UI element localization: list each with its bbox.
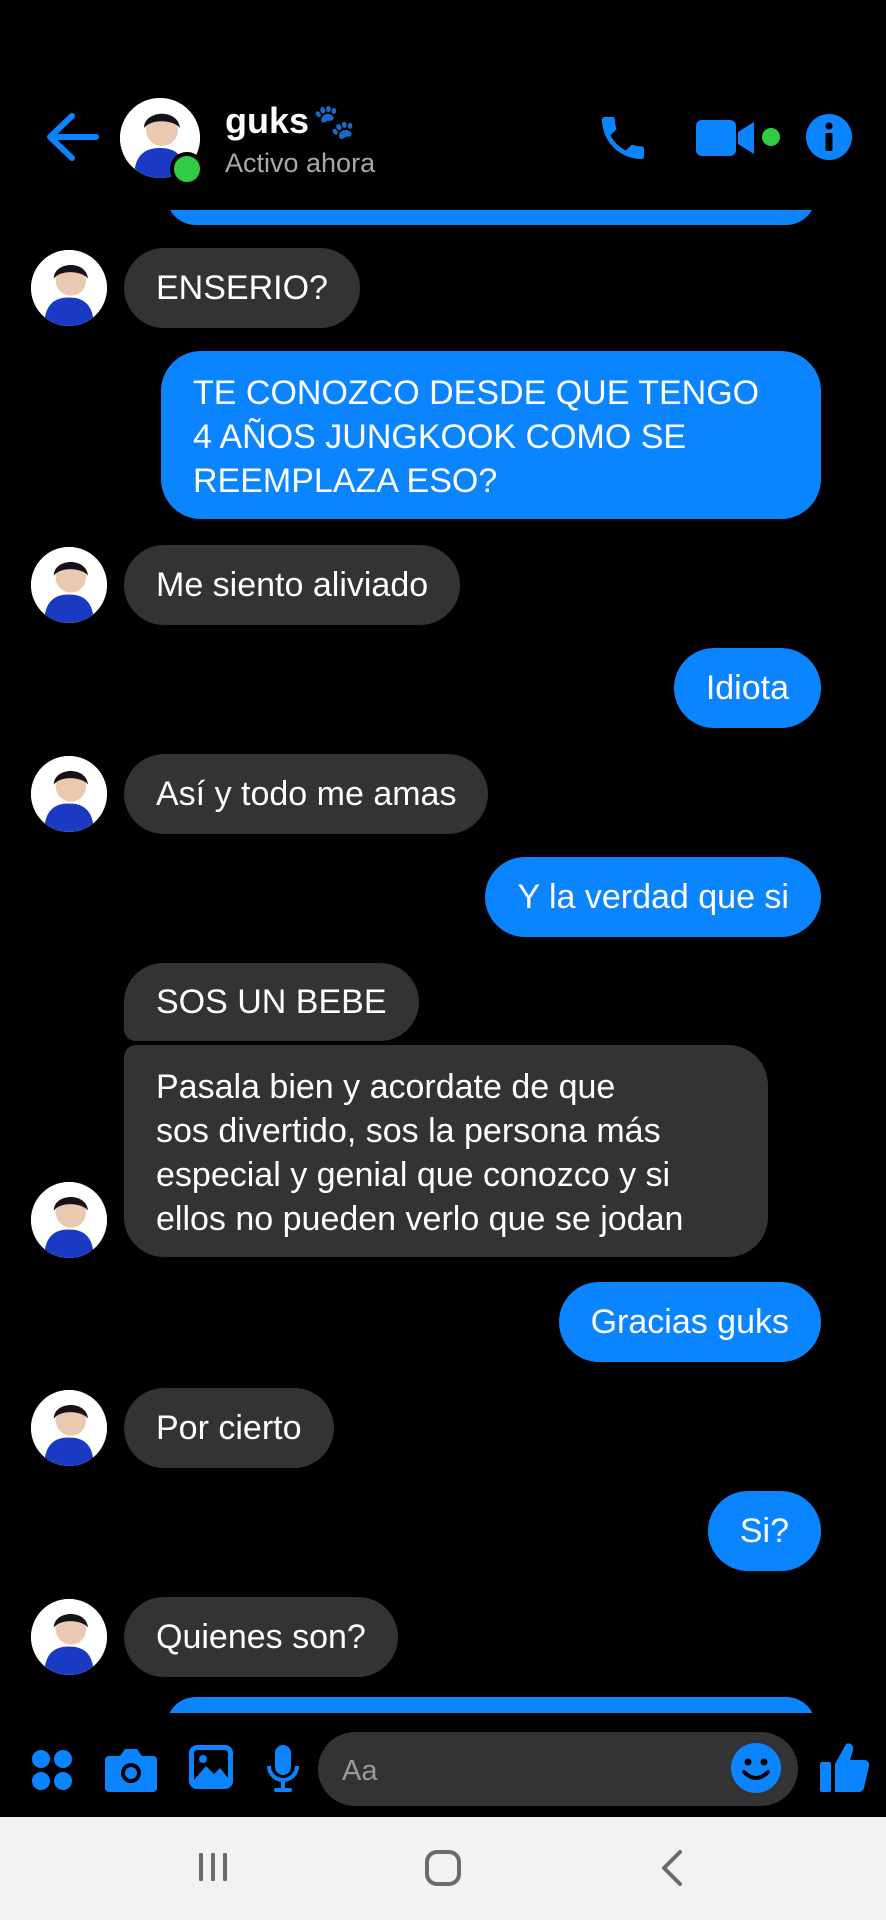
incoming-message[interactable]: Me siento aliviado (124, 545, 461, 625)
message-avatar[interactable] (31, 547, 107, 623)
chat-header: guks 🐾 Activo ahora (0, 0, 886, 210)
incoming-message[interactable]: Por cierto (124, 1388, 334, 1468)
back-nav-icon[interactable] (658, 1848, 686, 1888)
thumbs-up-icon[interactable] (818, 1740, 872, 1794)
avatar-photo-icon (31, 1182, 107, 1258)
outgoing-message[interactable]: TE CONOZCO DESDE QUE TENGO 4 AÑOS JUNGKO… (161, 351, 821, 519)
info-icon[interactable] (805, 113, 853, 161)
online-indicator (170, 152, 204, 186)
message-line: ellos no pueden verlo que se jodan (156, 1200, 684, 1238)
message-input-placeholder: Aa (342, 1755, 378, 1787)
avatar-photo-icon (31, 1390, 107, 1466)
incoming-message[interactable]: Así y todo me amas (124, 754, 489, 834)
home-icon[interactable] (424, 1849, 462, 1887)
microphone-icon[interactable] (266, 1744, 300, 1794)
message-line: sos divertido, sos la persona más (156, 1112, 661, 1150)
message-line: especial y genial que conozco y si (156, 1156, 671, 1194)
outgoing-message[interactable]: Idiota (673, 648, 821, 728)
outgoing-message[interactable]: Y la verdad que si (485, 857, 821, 937)
message-avatar[interactable] (31, 1390, 107, 1466)
avatar-photo-icon (31, 547, 107, 623)
avatar-photo-icon (31, 1599, 107, 1675)
gallery-icon[interactable] (188, 1744, 234, 1790)
apps-grid-icon[interactable] (30, 1748, 74, 1792)
avatar-photo-icon (31, 756, 107, 832)
outgoing-message[interactable]: Si? (707, 1491, 821, 1571)
contact-status: Activo ahora (225, 148, 376, 178)
contact-name[interactable]: guks 🐾 (225, 100, 355, 142)
phone-call-icon[interactable] (595, 110, 651, 166)
incoming-message[interactable]: Pasala bien y acordate de que sos divert… (124, 1045, 768, 1257)
message-line: REEMPLAZA ESO? (193, 462, 498, 500)
incoming-message[interactable]: Quienes son? (124, 1597, 398, 1677)
video-active-indicator (762, 128, 780, 146)
incoming-message[interactable]: ENSERIO? (124, 248, 360, 328)
video-call-icon[interactable] (696, 116, 756, 160)
emoji-icon[interactable] (730, 1742, 782, 1794)
message-avatar[interactable] (31, 1182, 107, 1258)
message-avatar[interactable] (31, 1599, 107, 1675)
outgoing-message[interactable]: Gracias guks (558, 1282, 821, 1362)
message-avatar[interactable] (31, 756, 107, 832)
recent-apps-icon[interactable] (196, 1850, 230, 1884)
paw-emoji: 🐾 (313, 103, 356, 141)
message-avatar[interactable] (31, 250, 107, 326)
incoming-message[interactable]: SOS UN BEBE (124, 963, 419, 1041)
camera-icon[interactable] (105, 1746, 157, 1792)
avatar-photo-icon (31, 250, 107, 326)
message-line: Pasala bien y acordate de que (156, 1068, 616, 1106)
message-line: 4 AÑOS JUNGKOOK COMO SE (193, 418, 687, 456)
message-line: TE CONOZCO DESDE QUE TENGO (193, 374, 760, 412)
message-input[interactable] (318, 1732, 798, 1806)
back-arrow-icon[interactable] (40, 110, 100, 164)
